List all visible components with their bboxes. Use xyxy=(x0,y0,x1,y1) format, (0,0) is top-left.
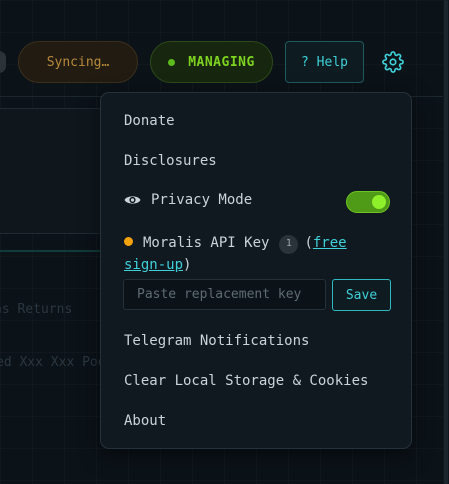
background-text: ns Returns xyxy=(0,302,73,317)
toggle-knob xyxy=(372,195,386,209)
menu-item-privacy-mode[interactable]: Privacy Mode xyxy=(124,192,252,208)
menu-item-clear-storage[interactable]: Clear Local Storage & Cookies xyxy=(124,373,368,389)
managing-status-pill[interactable]: MANAGING xyxy=(150,41,273,83)
settings-menu: Donate Disclosures Privacy Mode Moralis … xyxy=(100,92,412,449)
background-card xyxy=(0,108,112,234)
warning-dot-icon xyxy=(124,237,133,246)
moralis-api-key-row: Moralis API Key 1 (free sign-up) xyxy=(124,232,394,276)
background-text: ed Xxx Xxx Pool xyxy=(0,355,114,370)
menu-item-disclosures[interactable]: Disclosures xyxy=(124,153,217,169)
eye-icon xyxy=(124,194,141,206)
menu-item-about[interactable]: About xyxy=(124,413,166,429)
scrollbar-thumb[interactable] xyxy=(444,0,448,484)
privacy-mode-toggle[interactable] xyxy=(346,191,390,213)
help-button[interactable]: ? Help xyxy=(285,41,364,83)
save-label: Save xyxy=(345,287,378,303)
background-accent-line xyxy=(0,250,110,252)
api-key-input[interactable] xyxy=(123,279,326,310)
paren-open: ( xyxy=(304,235,313,251)
menu-item-donate[interactable]: Donate xyxy=(124,113,175,129)
status-dot xyxy=(168,58,176,66)
syncing-label: Syncing… xyxy=(46,54,110,70)
privacy-mode-label: Privacy Mode xyxy=(151,192,253,208)
scrollbar-track[interactable] xyxy=(443,0,449,484)
moralis-label: Moralis API Key xyxy=(143,235,270,251)
syncing-status-pill: Syncing… xyxy=(18,41,138,83)
gear-icon[interactable] xyxy=(381,50,405,74)
info-badge[interactable]: 1 xyxy=(279,234,299,254)
paren-close: ) xyxy=(183,257,192,273)
save-button[interactable]: Save xyxy=(332,279,391,311)
menu-item-telegram-notifications[interactable]: Telegram Notifications xyxy=(124,333,309,349)
managing-label: MANAGING xyxy=(188,54,255,70)
help-label: ? Help xyxy=(301,54,348,70)
